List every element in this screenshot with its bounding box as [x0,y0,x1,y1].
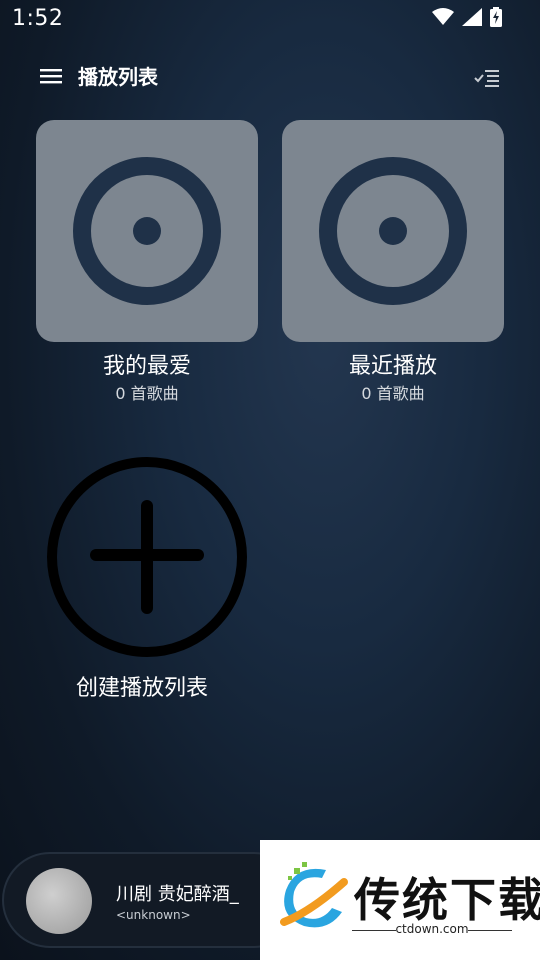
now-playing-artist: <unknown> [116,908,191,922]
watermark-url: ctdown.com [395,922,469,936]
disc-icon [73,157,221,305]
playlist-cover [282,120,504,342]
page-title: 播放列表 [78,65,158,89]
playlist-card-recent[interactable]: 最近播放 0 首歌曲 [282,120,504,406]
create-playlist-label[interactable]: 创建播放列表 [76,674,208,704]
menu-button[interactable] [38,62,70,92]
status-icons [432,7,502,27]
watermark: 传统下载 ctdown.com [260,840,540,960]
battery-icon [490,7,502,27]
checklist-sort-icon [474,70,499,87]
status-time: 1:52 [12,6,64,31]
mini-player[interactable]: 川剧 贵妃醉酒_ <unknown> [2,852,302,948]
wifi-icon [432,8,454,25]
playlist-cover [36,120,258,342]
playlist-card-favorites[interactable]: 我的最爱 0 首歌曲 [36,120,258,406]
sort-button[interactable] [472,62,504,92]
playlist-title: 我的最爱 [102,354,191,379]
playlist-count: 0 首歌曲 [115,384,179,403]
ctdown-logo-icon [280,862,348,928]
album-art [26,868,92,934]
playlist-count: 0 首歌曲 [361,384,425,403]
status-bar: 1:52 [0,0,540,38]
create-playlist-button[interactable] [44,454,250,664]
signal-icon [462,8,482,26]
disc-icon [319,157,467,305]
app-bar: 播放列表 [0,56,540,98]
hamburger-icon [40,69,62,84]
playlist-title: 最近播放 [348,354,437,379]
now-playing-title: 川剧 贵妃醉酒_ [116,884,239,905]
watermark-brand: 传统下载 [354,873,540,927]
add-circle-icon [47,457,247,657]
